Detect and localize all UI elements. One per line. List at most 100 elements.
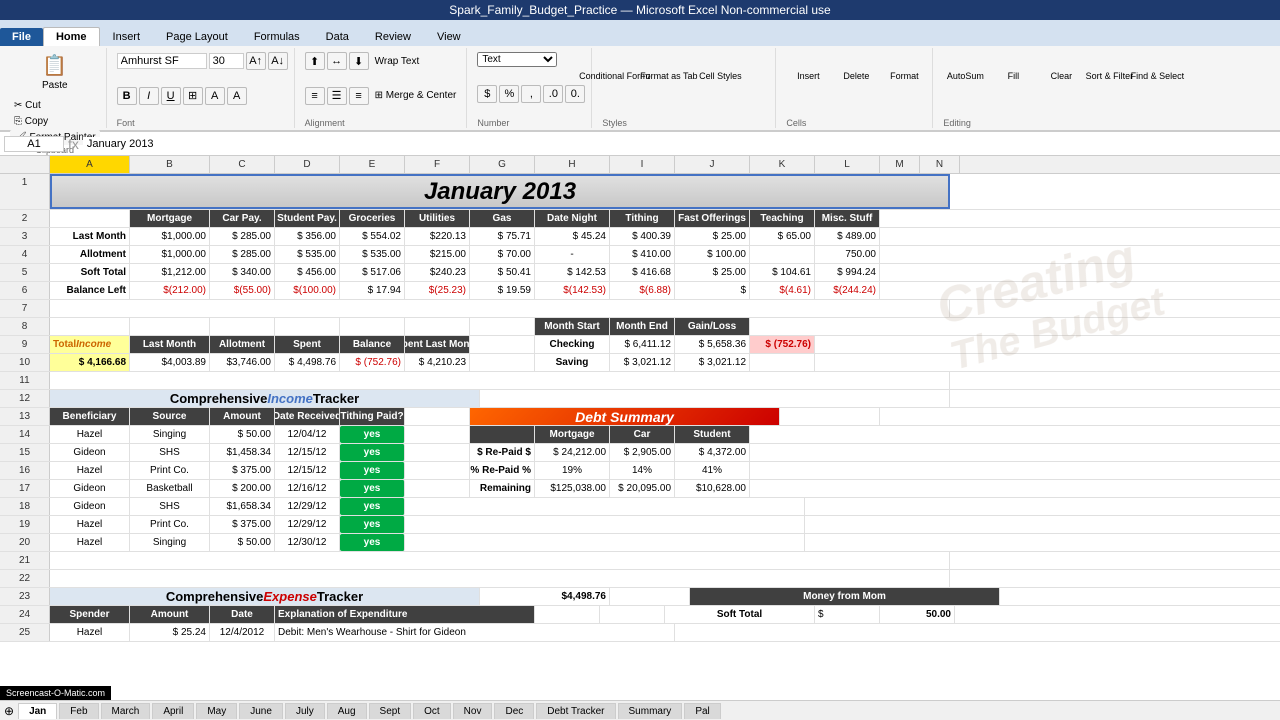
cell-J17[interactable]: $10,628.00	[675, 480, 750, 497]
align-left-button[interactable]: ≡	[305, 87, 325, 105]
cell-E20[interactable]: yes	[340, 534, 405, 551]
sheet-tab-june[interactable]: June	[239, 703, 283, 719]
cell-J4[interactable]: $ 100.00	[675, 246, 750, 263]
cell-B6[interactable]: $(212.00)	[130, 282, 210, 299]
cell-J14-student[interactable]: Student	[675, 426, 750, 443]
cell-H10[interactable]: Saving	[535, 354, 610, 371]
cell-G16[interactable]: % Re-Paid %	[470, 462, 535, 479]
cell-I4[interactable]: $ 410.00	[610, 246, 675, 263]
cell-F16[interactable]	[405, 462, 470, 479]
col-header-J[interactable]: J	[675, 156, 750, 173]
cell-I10[interactable]: $ 3,021.12	[610, 354, 675, 371]
cell-C25[interactable]: 12/4/2012	[210, 624, 275, 641]
cell-G13-debt[interactable]: Debt Summary	[470, 408, 780, 425]
cell-C5[interactable]: $ 340.00	[210, 264, 275, 281]
cell-A24[interactable]: Spender	[50, 606, 130, 623]
cell-H6[interactable]: $(142.53)	[535, 282, 610, 299]
cell-C9[interactable]: Allotment	[210, 336, 275, 353]
cell-G23[interactable]	[610, 588, 690, 605]
sheet-tab-sept[interactable]: Sept	[369, 703, 412, 719]
cell-A12[interactable]: Comprehensive Income Tracker	[50, 390, 480, 407]
cell-E2[interactable]: Groceries	[340, 210, 405, 227]
decrease-font-button[interactable]: A↓	[268, 52, 288, 70]
cell-A4[interactable]: Allotment	[50, 246, 130, 263]
cell-C10[interactable]: $3,746.00	[210, 354, 275, 371]
paste-button[interactable]: 📋Paste	[33, 48, 77, 96]
format-as-table-button[interactable]: Format as Table	[650, 52, 694, 100]
col-header-I[interactable]: I	[610, 156, 675, 173]
align-top-button[interactable]: ⬆	[305, 52, 325, 70]
sheet-tabs[interactable]: ⊕ Jan Feb March April May June July Aug …	[0, 700, 1280, 720]
cell-E9[interactable]: Balance	[340, 336, 405, 353]
tab-formulas[interactable]: Formulas	[241, 27, 313, 46]
col-header-L[interactable]: L	[815, 156, 880, 173]
cell-A5[interactable]: Soft Total	[50, 264, 130, 281]
cell-K6[interactable]: $(4.61)	[750, 282, 815, 299]
cell-E10[interactable]: $ (752.76)	[340, 354, 405, 371]
cell-A14[interactable]: Hazel	[50, 426, 130, 443]
italic-button[interactable]: I	[139, 87, 159, 105]
cell-I14-car[interactable]: Car	[610, 426, 675, 443]
cell-L5[interactable]: $ 994.24	[815, 264, 880, 281]
cell-F3[interactable]: $220.13	[405, 228, 470, 245]
cell-H14-mort[interactable]: Mortgage	[535, 426, 610, 443]
cell-J2[interactable]: Fast Offerings	[675, 210, 750, 227]
sheet-tab-july[interactable]: July	[285, 703, 325, 719]
cell-G10[interactable]	[470, 354, 535, 371]
copy-button[interactable]: ⎘ Copy	[10, 114, 100, 129]
cell-H23[interactable]: Money from Mom	[690, 588, 1000, 605]
fill-color-button[interactable]: A	[205, 87, 225, 105]
cell-L4[interactable]: 750.00	[815, 246, 880, 263]
cell-F9[interactable]: Spent Last Month	[405, 336, 470, 353]
cell-F23[interactable]: $4,498.76	[480, 588, 610, 605]
cell-J8[interactable]: Gain/Loss	[675, 318, 750, 335]
cell-D17[interactable]: 12/16/12	[275, 480, 340, 497]
cell-B4[interactable]: $1,000.00	[130, 246, 210, 263]
cut-button[interactable]: ✂ Cut	[10, 98, 100, 113]
cell-J9[interactable]: $ 5,658.36	[675, 336, 750, 353]
cell-A1[interactable]: January 2013	[50, 174, 950, 209]
cell-L6[interactable]: $(244.24)	[815, 282, 880, 299]
cell-D4[interactable]: $ 535.00	[275, 246, 340, 263]
cell-F10[interactable]: $ 4,210.23	[405, 354, 470, 371]
cell-A21[interactable]	[50, 552, 950, 569]
align-right-button[interactable]: ≡	[349, 87, 369, 105]
cell-B5[interactable]: $1,212.00	[130, 264, 210, 281]
tab-file[interactable]: File	[0, 28, 43, 46]
cell-I17[interactable]: $ 20,095.00	[610, 480, 675, 497]
cell-F19[interactable]	[405, 516, 805, 533]
cell-L2[interactable]: Misc. Stuff	[815, 210, 880, 227]
sheet-tab-pal[interactable]: Pal	[684, 703, 720, 719]
cell-I16[interactable]: 14%	[610, 462, 675, 479]
cell-C15[interactable]: $1,458.34	[210, 444, 275, 461]
cell-C8[interactable]	[210, 318, 275, 335]
cell-A2[interactable]	[50, 210, 130, 227]
tab-page-layout[interactable]: Page Layout	[153, 27, 241, 46]
cell-J3[interactable]: $ 25.00	[675, 228, 750, 245]
cell-H16[interactable]: 19%	[535, 462, 610, 479]
sheet-tab-march[interactable]: March	[101, 703, 151, 719]
cell-A16[interactable]: Hazel	[50, 462, 130, 479]
cell-A17[interactable]: Gideon	[50, 480, 130, 497]
cell-G2[interactable]: Gas	[470, 210, 535, 227]
cell-A13[interactable]: Beneficiary	[50, 408, 130, 425]
cell-C17[interactable]: $ 200.00	[210, 480, 275, 497]
tab-data[interactable]: Data	[313, 27, 362, 46]
underline-button[interactable]: U	[161, 87, 181, 105]
cell-D20[interactable]: 12/30/12	[275, 534, 340, 551]
col-header-A[interactable]: A	[50, 156, 130, 173]
cell-F14[interactable]	[405, 426, 470, 443]
col-header-M[interactable]: M	[880, 156, 920, 173]
cell-B17[interactable]: Basketball	[130, 480, 210, 497]
cell-E5[interactable]: $ 517.06	[340, 264, 405, 281]
cell-D15[interactable]: 12/15/12	[275, 444, 340, 461]
cell-E4[interactable]: $ 535.00	[340, 246, 405, 263]
sheet-tab-summary[interactable]: Summary	[618, 703, 683, 719]
cell-E14[interactable]: yes	[340, 426, 405, 443]
cell-K3[interactable]: $ 65.00	[750, 228, 815, 245]
cell-A9[interactable]: Total Income	[50, 336, 130, 353]
cell-H8[interactable]: Month Start	[535, 318, 610, 335]
cell-J24[interactable]: 50.00	[880, 606, 955, 623]
cell-G3[interactable]: $ 75.71	[470, 228, 535, 245]
bold-button[interactable]: B	[117, 87, 137, 105]
